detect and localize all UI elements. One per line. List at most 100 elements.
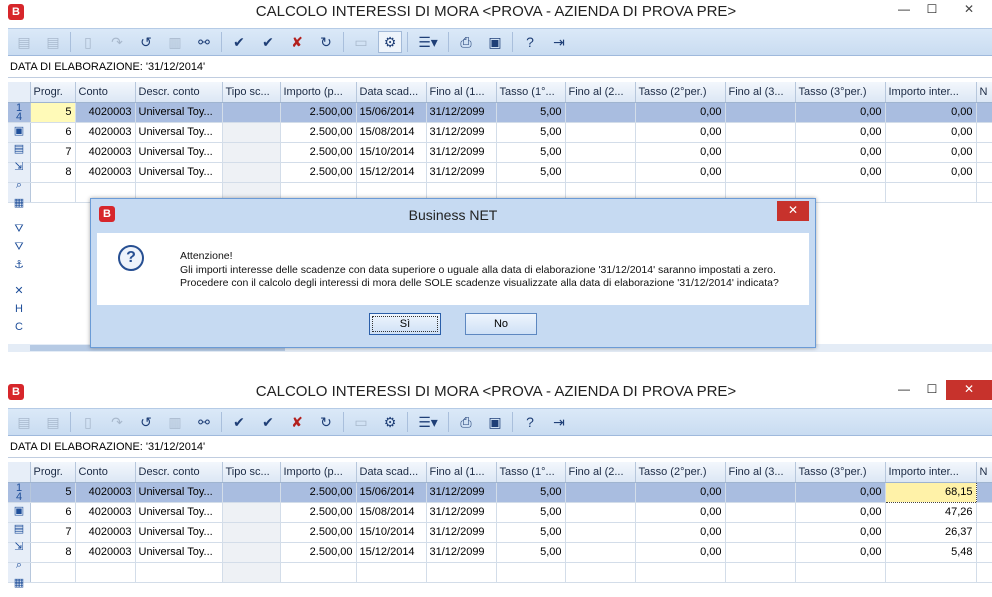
cell-descr[interactable]: Universal Toy... (135, 162, 223, 183)
empty-cell[interactable] (885, 562, 977, 583)
cell-data[interactable]: 15/12/2014 (356, 542, 427, 563)
cell-interessi[interactable]: 26,37 (885, 522, 977, 543)
column-header[interactable]: Fino al (2... (565, 82, 636, 103)
cell-interessi[interactable]: 0,00 (885, 162, 977, 183)
zoom-icon[interactable]: ⌕ (8, 176, 30, 194)
list-options-icon[interactable]: ☰▾ (413, 31, 443, 53)
anchor-icon[interactable]: ⚓ (8, 256, 30, 274)
cell-progr[interactable]: 7 (30, 142, 76, 163)
cell-tasso3[interactable]: 0,00 (795, 502, 886, 523)
list-icon[interactable]: ▤ (8, 140, 30, 158)
check-all-icon[interactable]: ✔ (256, 31, 280, 53)
cell-fino2[interactable] (565, 162, 636, 183)
empty-cell[interactable] (356, 562, 427, 583)
cell-fino3[interactable] (725, 102, 796, 123)
table-row[interactable]: 7 4020003 Universal Toy... 2.500,00 15/10/20… (8, 142, 992, 163)
exit-icon[interactable]: ⇥ (547, 411, 571, 433)
calculator-icon[interactable]: ▦ (8, 574, 30, 592)
empty-cell[interactable] (30, 562, 76, 583)
list-options-icon[interactable]: ☰▾ (413, 411, 443, 433)
column-header[interactable]: Data scad... (356, 82, 427, 103)
column-header[interactable]: Conto (75, 82, 136, 103)
help-icon[interactable]: ? (518, 411, 542, 433)
binoculars-icon[interactable]: ⚯ (192, 31, 216, 53)
cell-conto[interactable]: 4020003 (75, 542, 136, 563)
cell-conto[interactable]: 4020003 (75, 122, 136, 143)
cell-importo[interactable]: 2.500,00 (280, 142, 357, 163)
cell-tasso1[interactable]: 5,00 (496, 122, 566, 143)
cell-fino1[interactable]: 31/12/2099 (426, 482, 497, 503)
cell-fino2[interactable] (565, 482, 636, 503)
cell-fino2[interactable] (565, 542, 636, 563)
copy-document-icon[interactable]: ▤ (41, 411, 65, 433)
filter-remove-icon[interactable]: ⛛ (8, 238, 30, 256)
empty-cell[interactable] (30, 182, 76, 203)
column-header[interactable]: Importo (p... (280, 82, 357, 103)
column-header[interactable]: N (976, 82, 992, 103)
page-icon[interactable]: ▯ (76, 411, 100, 433)
table-row[interactable]: 6 4020003 Universal Toy... 2.500,00 15/08/20… (8, 122, 992, 143)
export-icon[interactable]: ⇲ (8, 158, 30, 176)
cell-n[interactable] (976, 502, 992, 523)
column-c-icon[interactable]: C (8, 318, 30, 336)
cell-progr[interactable]: 8 (30, 542, 76, 563)
cell-n[interactable] (976, 102, 992, 123)
settings-gear-icon[interactable]: ⚙ (378, 411, 402, 433)
invert-check-icon[interactable]: ↻ (314, 411, 338, 433)
column-header[interactable]: Importo inter... (885, 462, 977, 483)
cell-data[interactable]: 15/08/2014 (356, 502, 427, 523)
column-header[interactable]: Descr. conto (135, 82, 223, 103)
redo-icon[interactable]: ↷ (105, 411, 129, 433)
empty-cell[interactable] (496, 562, 566, 583)
cell-descr[interactable]: Universal Toy... (135, 522, 223, 543)
invert-check-icon[interactable]: ↻ (314, 31, 338, 53)
cell-tasso2[interactable]: 0,00 (635, 102, 726, 123)
copy-document-icon[interactable]: ▤ (41, 31, 65, 53)
cell-fino3[interactable] (725, 482, 796, 503)
cell-importo[interactable]: 2.500,00 (280, 162, 357, 183)
undo-icon[interactable]: ↺ (134, 411, 158, 433)
cell-tipo[interactable] (222, 502, 281, 523)
cell-n[interactable] (976, 122, 992, 143)
cell-tipo[interactable] (222, 542, 281, 563)
settings-gear-icon[interactable]: ⚙ (378, 31, 402, 53)
cell-fino3[interactable] (725, 162, 796, 183)
cell-progr[interactable]: 5 (30, 102, 76, 123)
cell-conto[interactable]: 4020003 (75, 162, 136, 183)
detail-icon[interactable]: ▣ (8, 122, 30, 140)
check-icon[interactable]: ✔ (227, 411, 251, 433)
cell-tasso1[interactable]: 5,00 (496, 102, 566, 123)
redo-icon[interactable]: ↷ (105, 31, 129, 53)
cell-interessi[interactable]: 0,00 (885, 102, 977, 123)
cell-conto[interactable]: 4020003 (75, 102, 136, 123)
table-row[interactable]: 8 4020003 Universal Toy... 2.500,00 15/12/20… (8, 162, 992, 183)
filter-icon[interactable]: ⛛ (8, 220, 30, 238)
cell-tasso3[interactable]: 0,00 (795, 542, 886, 563)
cell-interessi[interactable]: 0,00 (885, 122, 977, 143)
print-icon[interactable]: ⎙ (454, 411, 478, 433)
cell-fino1[interactable]: 31/12/2099 (426, 102, 497, 123)
cell-interessi[interactable]: 0,00 (885, 142, 977, 163)
column-header[interactable]: Importo inter... (885, 82, 977, 103)
cell-tasso2[interactable]: 0,00 (635, 502, 726, 523)
column-header[interactable]: Tasso (1°... (496, 82, 566, 103)
cell-tipo[interactable] (222, 482, 281, 503)
empty-cell[interactable] (222, 562, 281, 583)
dialog-close-button[interactable]: ✕ (777, 201, 809, 221)
cell-descr[interactable]: Universal Toy... (135, 102, 223, 123)
cell-interessi[interactable]: 47,26 (885, 502, 977, 523)
detail-icon[interactable]: ▣ (8, 502, 30, 520)
empty-cell[interactable] (635, 562, 726, 583)
column-header[interactable]: Descr. conto (135, 462, 223, 483)
cell-data[interactable]: 15/12/2014 (356, 162, 427, 183)
new-document-icon[interactable]: ▤ (12, 31, 36, 53)
cell-tipo[interactable] (222, 142, 281, 163)
cell-importo[interactable]: 2.500,00 (280, 482, 357, 503)
cell-conto[interactable]: 4020003 (75, 482, 136, 503)
cell-fino3[interactable] (725, 502, 796, 523)
column-header[interactable]: Fino al (2... (565, 462, 636, 483)
empty-cell[interactable] (725, 562, 796, 583)
empty-cell[interactable] (885, 182, 977, 203)
new-row[interactable] (8, 562, 992, 583)
cell-fino2[interactable] (565, 122, 636, 143)
